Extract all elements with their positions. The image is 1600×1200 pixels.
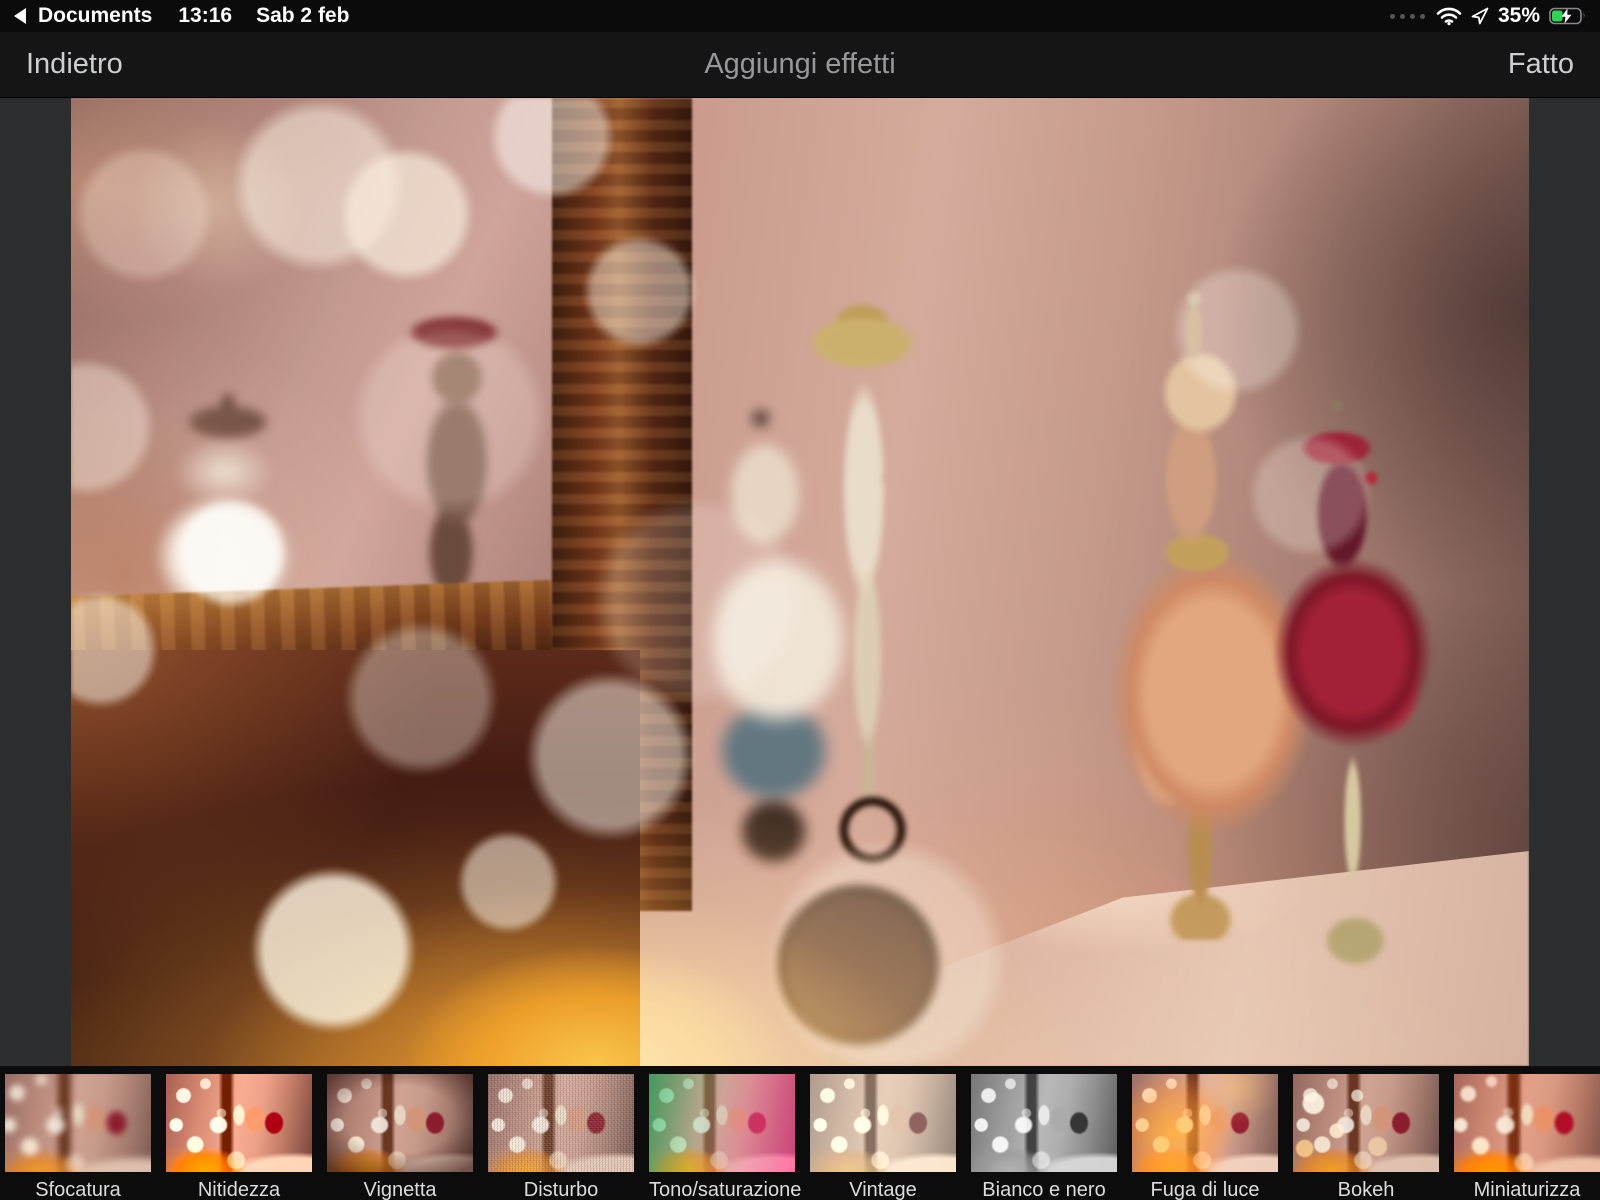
filter-thumbnail-scene	[1454, 1074, 1600, 1172]
battery-percent: 35%	[1497, 4, 1540, 27]
cellular-dots-icon	[1389, 13, 1425, 19]
filter-thumbnail-scene	[810, 1074, 956, 1172]
editor-canvas	[0, 98, 1600, 1066]
photo-bokeh-overlay	[71, 98, 1529, 1066]
filter-miniaturizza[interactable]: Miniaturizza	[1454, 1074, 1600, 1200]
filter-thumbnail	[166, 1074, 312, 1172]
filter-thumbnail	[971, 1074, 1117, 1172]
filter-label: Vintage	[849, 1179, 917, 1200]
filter-thumbnail-scene	[166, 1074, 312, 1172]
filter-thumbnail	[327, 1074, 473, 1172]
nav-bar: Indietro Aggiungi effetti Fatto	[0, 32, 1600, 98]
filter-vignetta[interactable]: Vignetta	[327, 1074, 473, 1200]
status-bar-left: Documents 13:16 Sab 2 feb	[0, 4, 349, 28]
filter-label: Sfocatura	[35, 1179, 121, 1200]
filter-thumbnail	[488, 1074, 634, 1172]
photo-preview[interactable]	[71, 98, 1529, 1066]
filter-label: Vignetta	[363, 1179, 437, 1200]
filter-thumbnail	[810, 1074, 956, 1172]
filter-thumbnail-scene	[488, 1074, 634, 1172]
filter-strip-list: Sfocatura Nitidezza Vignetta Disturbo To…	[5, 1074, 1600, 1200]
filter-label: Tono/saturazione	[649, 1179, 802, 1200]
done-button[interactable]: Fatto	[1482, 48, 1600, 81]
battery-charging-icon	[1549, 7, 1585, 25]
filter-thumbnail-scene	[5, 1074, 151, 1172]
status-bar-right: 35%	[1389, 4, 1600, 28]
filter-label: Bianco e nero	[982, 1179, 1106, 1200]
filter-bokeh[interactable]: Bokeh	[1293, 1074, 1439, 1200]
filter-thumbnail-scene	[1293, 1074, 1439, 1172]
filter-bianco-e-nero[interactable]: Bianco e nero	[971, 1074, 1117, 1200]
back-to-app-icon[interactable]	[14, 8, 26, 24]
filter-thumbnail	[5, 1074, 151, 1172]
status-time: 13:16	[178, 4, 233, 27]
filter-thumbnail	[649, 1074, 795, 1172]
filter-tono-saturazione[interactable]: Tono/saturazione	[649, 1074, 802, 1200]
filter-vintage[interactable]: Vintage	[810, 1074, 956, 1200]
location-arrow-icon	[1471, 7, 1489, 25]
filter-disturbo[interactable]: Disturbo	[488, 1074, 634, 1200]
filter-label: Nitidezza	[197, 1179, 281, 1200]
filter-thumbnail	[1293, 1074, 1439, 1172]
photo-effects-editor: Documents 13:16 Sab 2 feb 35% Indietro A…	[0, 0, 1600, 1200]
filter-thumbnail	[1454, 1074, 1600, 1172]
filter-label: Disturbo	[523, 1179, 599, 1200]
filter-thumbnail-scene	[649, 1074, 795, 1172]
status-date: Sab 2 feb	[256, 4, 350, 27]
filter-thumbnail-scene	[327, 1074, 473, 1172]
filter-fuga-di-luce[interactable]: Fuga di luce	[1132, 1074, 1278, 1200]
filter-label: Fuga di luce	[1150, 1179, 1260, 1200]
filter-thumbnail-scene	[971, 1074, 1117, 1172]
status-bar: Documents 13:16 Sab 2 feb 35%	[0, 0, 1600, 32]
back-button[interactable]: Indietro	[0, 48, 149, 81]
filter-nitidezza[interactable]: Nitidezza	[166, 1074, 312, 1200]
filter-label: Miniaturizza	[1473, 1179, 1581, 1200]
filter-strip: Sfocatura Nitidezza Vignetta Disturbo To…	[0, 1066, 1600, 1200]
filter-thumbnail-scene	[1132, 1074, 1278, 1172]
page-title: Aggiungi effetti	[704, 48, 896, 80]
filter-label: Bokeh	[1337, 1179, 1395, 1200]
filter-sfocatura[interactable]: Sfocatura	[5, 1074, 151, 1200]
back-to-app-label[interactable]: Documents	[38, 4, 152, 28]
wifi-icon	[1436, 7, 1462, 26]
filter-thumbnail	[1132, 1074, 1278, 1172]
